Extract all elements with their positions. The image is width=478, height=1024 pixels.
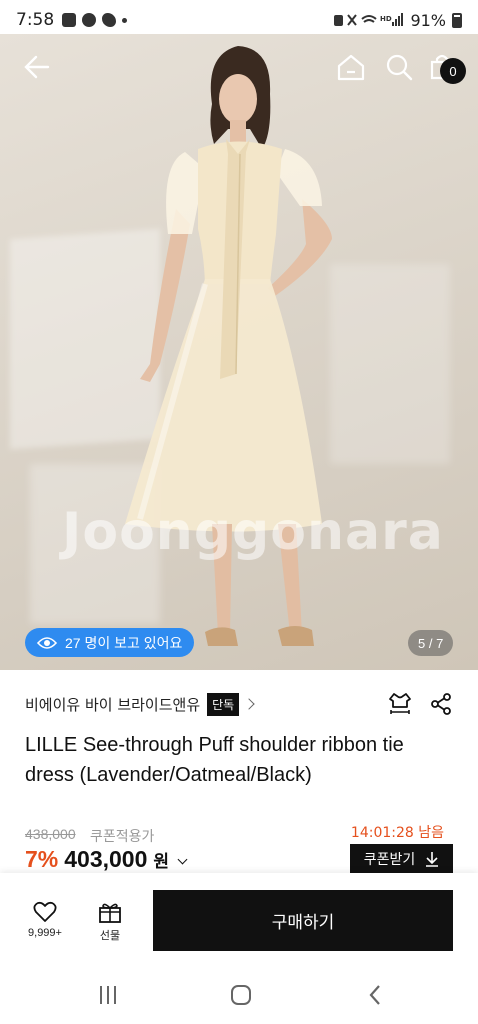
product-title: LILLE See-through Puff shoulder ribbon t… bbox=[25, 734, 404, 786]
gift-icon bbox=[99, 903, 121, 923]
viewers-badge: 27 명이 보고 있어요 bbox=[25, 628, 195, 657]
more-notifications-icon bbox=[122, 17, 128, 23]
system-back-icon[interactable] bbox=[364, 983, 388, 1007]
gift-button[interactable]: 선물 bbox=[90, 901, 130, 943]
notification-icon bbox=[62, 13, 77, 27]
discount-rate: 7% bbox=[25, 846, 59, 872]
download-icon bbox=[426, 852, 439, 867]
status-notification-icons bbox=[62, 13, 128, 27]
chevron-right-icon[interactable] bbox=[243, 698, 255, 710]
home-button-icon[interactable] bbox=[229, 983, 253, 1007]
original-price: 438,000 bbox=[25, 826, 76, 842]
notification-icon bbox=[82, 13, 97, 27]
get-coupon-button[interactable]: 쿠폰받기 bbox=[350, 844, 453, 874]
exclusive-badge: 단독 bbox=[207, 692, 240, 716]
like-button[interactable]: 9,999+ bbox=[20, 901, 70, 939]
eye-icon bbox=[37, 636, 57, 649]
chevron-down-icon[interactable] bbox=[177, 854, 188, 865]
viewers-text: 27 명이 보고 있어요 bbox=[65, 634, 183, 651]
gift-label: 선물 bbox=[99, 929, 121, 942]
brand-row: 비에이유 바이 브라이드앤유 단독 bbox=[25, 691, 453, 717]
status-time: 7:58 bbox=[16, 10, 55, 30]
get-coupon-label: 쿠폰받기 bbox=[363, 852, 416, 868]
sale-price: 403,000 bbox=[64, 846, 148, 872]
currency-unit: 원 bbox=[153, 852, 170, 871]
buy-button[interactable]: 구매하기 bbox=[153, 890, 453, 951]
system-navigation-bar bbox=[0, 965, 478, 1024]
watermark: Joonggonara bbox=[62, 502, 444, 562]
price-row[interactable]: 7% 403,000 원 bbox=[25, 846, 188, 873]
sale-timer: 14:01:28 남음 bbox=[350, 825, 444, 841]
status-right: HD 91% bbox=[334, 11, 462, 30]
product-image-carousel[interactable]: Joonggonara 0 27 명이 보고 있어요 5 / 7 bbox=[0, 34, 478, 670]
like-count: 9,999+ bbox=[28, 927, 62, 939]
recent-apps-icon[interactable] bbox=[96, 983, 120, 1007]
share-icon[interactable] bbox=[429, 692, 453, 716]
svg-text:HD: HD bbox=[380, 15, 392, 23]
product-photo bbox=[125, 46, 332, 646]
heart-icon bbox=[33, 901, 57, 922]
cart-count-badge[interactable]: 0 bbox=[440, 58, 466, 84]
home-icon[interactable] bbox=[336, 52, 366, 82]
image-pager: 5 / 7 bbox=[408, 630, 454, 656]
search-icon[interactable] bbox=[384, 52, 414, 82]
back-arrow-icon[interactable] bbox=[22, 52, 52, 82]
coupon-price-label: 쿠폰적용가 bbox=[90, 829, 155, 845]
size-guide-icon[interactable] bbox=[387, 691, 413, 717]
battery-icon bbox=[452, 12, 462, 28]
brand-name[interactable]: 비에이유 바이 브라이드앤유 bbox=[25, 694, 200, 715]
product-actions bbox=[387, 691, 453, 717]
bottom-action-bar: 9,999+ 선물 구매하기 bbox=[0, 873, 478, 965]
signal-icons: HD bbox=[334, 13, 404, 26]
notification-icon bbox=[102, 13, 117, 27]
battery-percent: 91% bbox=[410, 10, 446, 30]
